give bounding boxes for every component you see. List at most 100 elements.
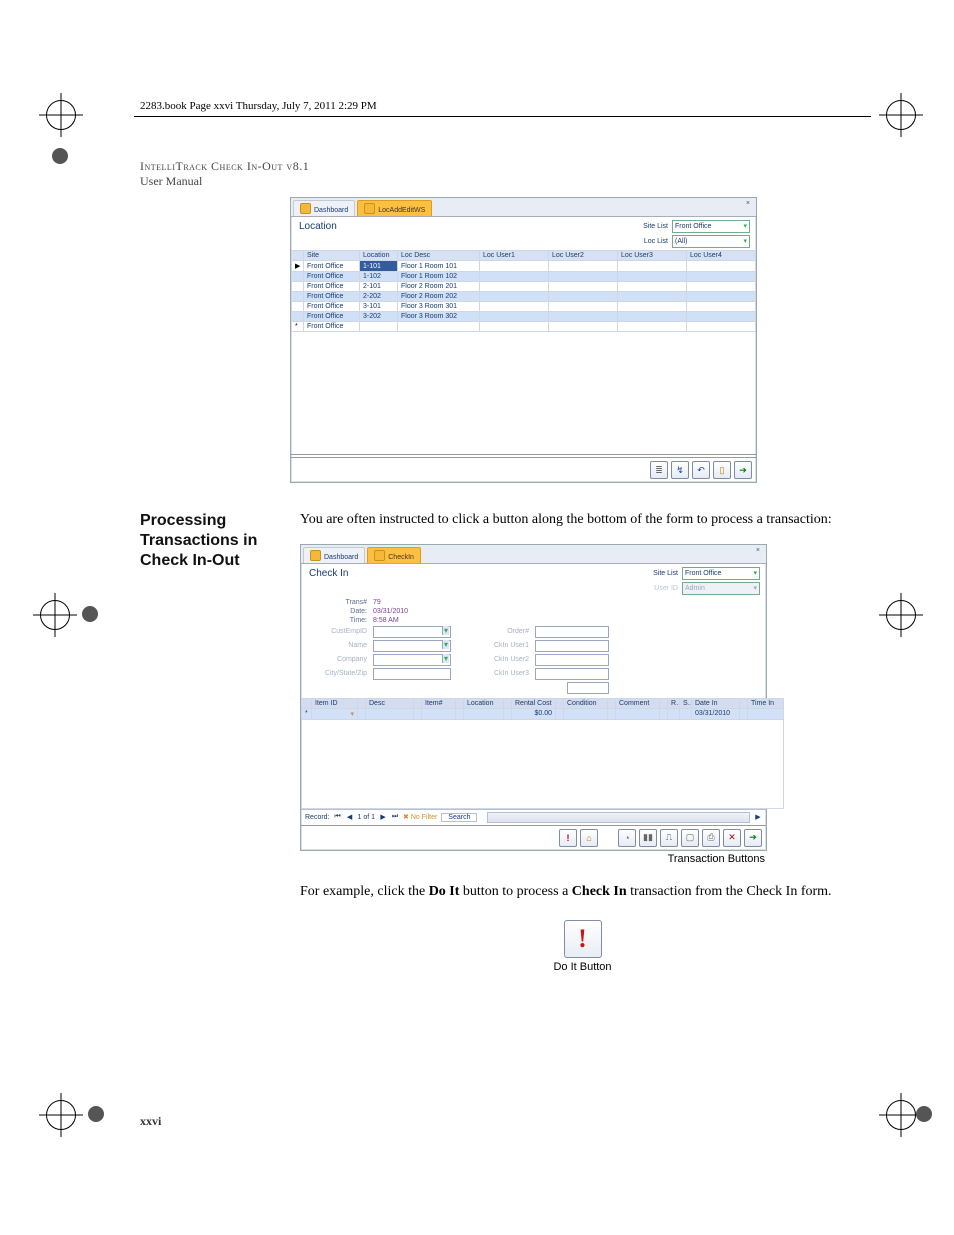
date-label: Date:: [309, 608, 367, 615]
time-label: Time:: [309, 617, 367, 624]
site-list-label: Site List: [622, 221, 668, 233]
location-screenshot: Dashboard LocAddEditWS × Site List Front …: [290, 197, 757, 483]
table-row[interactable]: Front Office1-102Floor 1 Room 102: [292, 272, 756, 282]
crop-dot: [916, 1106, 932, 1122]
loc-list-label: Loc List: [622, 236, 668, 248]
toolbar-caption: Transaction Buttons: [300, 853, 765, 865]
crop-mark: [886, 600, 916, 630]
location-grid[interactable]: SiteLocationLoc Desc Loc User1Loc User2L…: [291, 250, 756, 332]
tab-dashboard[interactable]: Dashboard: [303, 547, 365, 563]
ckin-user3-input[interactable]: [535, 668, 609, 680]
ckin-user3-label: CkIn User3: [475, 670, 529, 677]
checkin-screenshot: Dashboard CheckIn × Site List Front Offic…: [300, 544, 767, 851]
preview-icon[interactable]: ▢: [681, 829, 699, 847]
ckin-user1-input[interactable]: [535, 640, 609, 652]
form-toolbar: ≣ ↯ ↶ ▯ ➔: [291, 457, 756, 482]
cust-label: CustEmpID: [309, 628, 367, 635]
order-label: Order#: [475, 628, 529, 635]
exit-icon[interactable]: ➔: [744, 829, 762, 847]
crop-dot: [82, 606, 98, 622]
nav-prev-icon[interactable]: ◀: [346, 813, 354, 821]
crop-mark: [40, 600, 70, 630]
print-icon[interactable]: ⎙: [702, 829, 720, 847]
checkin-grid[interactable]: Item IDDescItem#LocationRental CostCondi…: [301, 698, 784, 809]
nav-last-icon[interactable]: ⏭: [391, 813, 399, 821]
pause-icon[interactable]: ▮▮: [639, 829, 657, 847]
user-id-select: Admin ▾: [682, 582, 760, 595]
company-input[interactable]: [373, 654, 451, 666]
name-input[interactable]: [373, 640, 451, 652]
crop-dot: [52, 148, 68, 164]
tab-dashboard[interactable]: Dashboard: [293, 200, 355, 216]
search-box[interactable]: Search: [441, 813, 477, 822]
delete-icon[interactable]: ✕: [723, 829, 741, 847]
list-icon[interactable]: ≣: [650, 461, 668, 479]
tab-locaddedit[interactable]: LocAddEditWS: [357, 200, 432, 216]
tab-icon: [364, 203, 375, 214]
trans-value: 79: [373, 599, 451, 606]
ckin-user1-label: CkIn User1: [475, 642, 529, 649]
record-nav-bar[interactable]: Record: ⏮ ◀ 1 of 1 ▶ ⏭ ✖ No Filter Searc…: [301, 809, 766, 825]
crop-mark: [46, 1100, 76, 1130]
site-list-label: Site List: [632, 568, 678, 580]
doc-header: IntelliTrack Check In-Out v8.1 User Manu…: [140, 159, 865, 189]
running-head: 2283.book Page xxvi Thursday, July 7, 20…: [134, 100, 871, 117]
csz-input[interactable]: [373, 668, 451, 680]
table-row[interactable]: Front Office3-101Floor 3 Room 301: [292, 302, 756, 312]
loc-list-select[interactable]: (All) ▾: [672, 235, 750, 248]
table-row[interactable]: Front Office2-202Floor 2 Room 202: [292, 292, 756, 302]
tab-icon: [374, 550, 385, 561]
item-id-cell[interactable]: ▾: [312, 708, 358, 719]
table-row[interactable]: *Front Office: [292, 322, 756, 332]
close-icon[interactable]: ×: [752, 547, 764, 563]
crop-mark: [886, 100, 916, 130]
do-it-button-large[interactable]: !: [564, 920, 602, 958]
trans-label: Trans#: [309, 599, 367, 606]
site-list-select[interactable]: Front Office ▾: [672, 220, 750, 233]
rental-cell: $0.00: [512, 708, 556, 719]
nav-first-icon[interactable]: ⏮: [334, 813, 342, 821]
cust-input[interactable]: [373, 626, 451, 638]
scroll-right-icon[interactable]: ▶: [754, 813, 762, 821]
exit-icon[interactable]: ➔: [734, 461, 752, 479]
date-value: 03/31/2010: [373, 608, 451, 615]
home-icon[interactable]: ⌂: [580, 829, 598, 847]
nav-next-icon[interactable]: ▶: [379, 813, 387, 821]
page-number: xxvi: [140, 1114, 161, 1129]
do-it-button[interactable]: !: [559, 829, 577, 847]
ckin-user2-label: CkIn User2: [475, 656, 529, 663]
ckin-user2-input[interactable]: [535, 654, 609, 666]
table-row[interactable]: ▶Front Office1-101Floor 1 Room 101: [292, 261, 756, 272]
refresh-icon[interactable]: ↯: [671, 461, 689, 479]
section-heading: Processing Transactions in Check In-Out: [140, 511, 290, 571]
transaction-toolbar: ! ⌂ ◔ ▮▮ ⎍ ▢ ⎙ ✕ ➔: [301, 825, 766, 850]
barcode-icon[interactable]: ⎍: [660, 829, 678, 847]
crop-mark: [886, 1100, 916, 1130]
intro-paragraph: You are often instructed to click a butt…: [300, 511, 865, 530]
csz-label: City/State/Zip: [309, 670, 367, 677]
close-icon[interactable]: ×: [742, 200, 754, 216]
order-input[interactable]: [535, 626, 609, 638]
doit-caption: Do It Button: [300, 961, 865, 973]
crop-mark: [46, 100, 76, 130]
explain-paragraph: For example, click the Do It button to p…: [300, 883, 865, 902]
site-list-select[interactable]: Front Office ▾: [682, 567, 760, 580]
name-label: Name: [309, 642, 367, 649]
table-row[interactable]: Front Office3-202Floor 3 Room 302: [292, 312, 756, 322]
clock-icon[interactable]: ◔: [618, 829, 636, 847]
note-icon[interactable]: ▯: [713, 461, 731, 479]
horiz-scrollbar[interactable]: [487, 812, 750, 823]
tab-icon: [300, 203, 311, 214]
company-label: Company: [309, 656, 367, 663]
table-row[interactable]: Front Office2-101Floor 2 Room 201: [292, 282, 756, 292]
tab-icon: [310, 550, 321, 561]
tab-checkin[interactable]: CheckIn: [367, 547, 421, 563]
user-id-label: User ID: [632, 583, 678, 595]
time-value: 8:58 AM: [373, 617, 451, 624]
doc-subtitle: User Manual: [140, 174, 202, 188]
crop-dot: [88, 1106, 104, 1122]
undo-icon[interactable]: ↶: [692, 461, 710, 479]
extra-input[interactable]: [567, 682, 609, 694]
row-mark: *: [302, 708, 312, 719]
datein-cell: 03/31/2010: [692, 708, 740, 719]
